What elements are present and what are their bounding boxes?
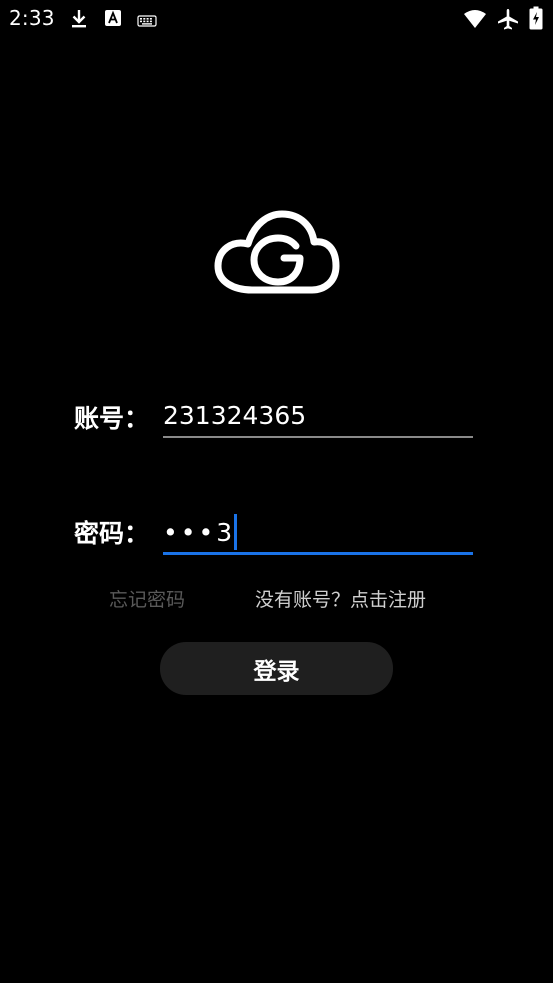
password-input[interactable]: ••• 3 [163,514,238,550]
wifi-icon [463,9,487,33]
account-input-underline [163,436,473,438]
login-button[interactable]: 登录 [160,642,393,695]
register-link[interactable]: 没有账号？点击注册 [255,585,426,612]
password-last-char: 3 [216,517,233,547]
account-input[interactable]: 231324365 [163,401,306,430]
password-mask: ••• [163,517,217,547]
status-bar: 2:33 [0,0,553,38]
download-icon [70,8,88,34]
text-cursor [234,514,238,550]
battery-charging-icon [529,6,543,34]
login-button-label: 登录 [253,658,300,685]
airplane-mode-icon [496,7,520,35]
login-screen: 2:33 账号： 231324365 密码： ••• 3 忘记密码 没有账号？点… [0,0,553,983]
forgot-password-link[interactable]: 忘记密码 [109,585,185,612]
keyboard-icon [137,12,157,31]
cloud-g-logo-icon [212,208,340,298]
text-a-icon [104,9,122,31]
status-time: 2:33 [9,6,55,30]
password-label: 密码： [74,519,150,548]
account-label: 账号： [74,404,150,433]
password-input-underline [163,552,473,555]
